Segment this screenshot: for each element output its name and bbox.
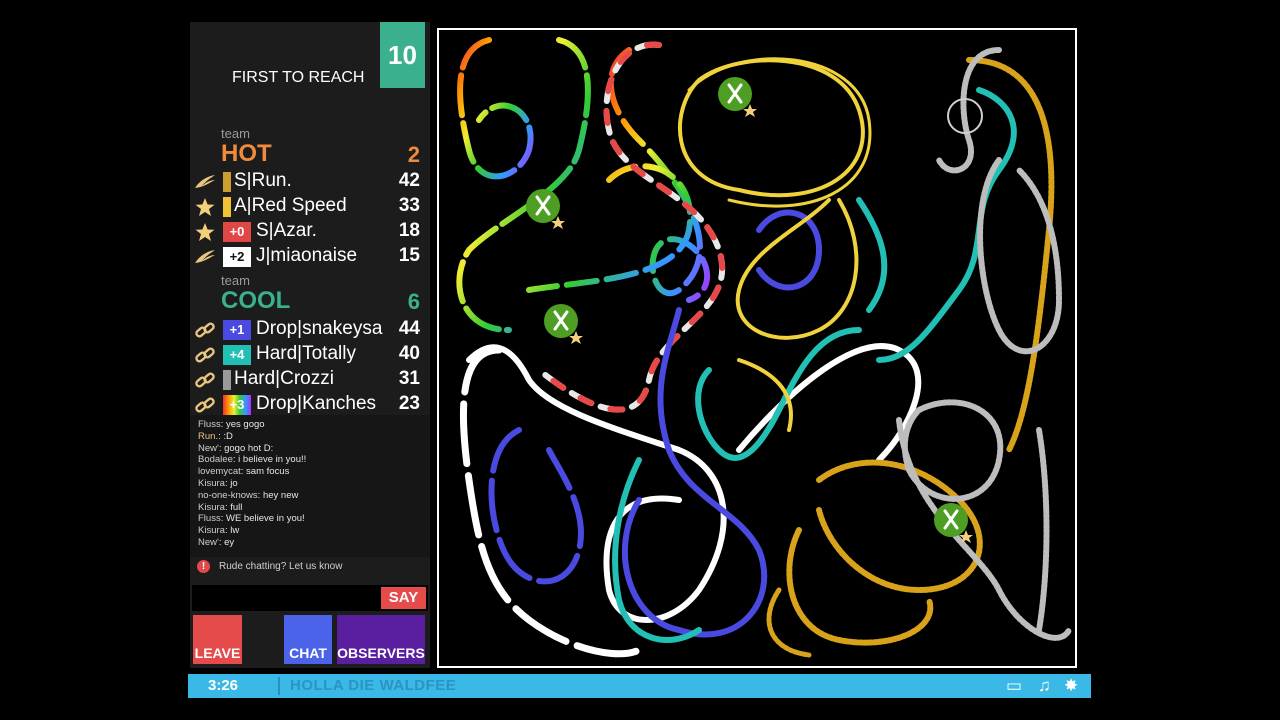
- player-name: J|miaonaise: [256, 245, 358, 266]
- star-icon: [195, 223, 215, 241]
- yellow-trail: [678, 58, 865, 198]
- player-score: 33: [398, 195, 420, 216]
- player-badge: +0: [223, 222, 251, 242]
- radio-icon[interactable]: ▭: [1006, 676, 1022, 696]
- rude-chat-report[interactable]: ! Rude chatting? Let us know: [190, 557, 430, 577]
- white-trail: [736, 343, 922, 463]
- player-score: 31: [398, 368, 420, 389]
- player-name: S|Azar.: [256, 220, 317, 241]
- silver-trail: [1036, 427, 1050, 633]
- chat-message: Kisura: full: [198, 501, 243, 513]
- player-row: +2 J|miaonaise 15: [194, 245, 420, 269]
- team-cool-name: COOL: [221, 287, 291, 314]
- gold-trail: [766, 587, 812, 658]
- track-canvas: [456, 37, 1072, 658]
- chat-message: Fluss: yes gogo: [198, 419, 265, 430]
- player-score: 44: [398, 318, 420, 339]
- player-row: +1 Drop|snakeysa 44: [194, 318, 420, 342]
- star-icon: [195, 198, 215, 216]
- player-badge: +1: [223, 320, 251, 340]
- chain-link-icon: [195, 322, 215, 338]
- player-score: 40: [398, 343, 420, 364]
- first-to-reach-label: FIRST TO REACH: [232, 69, 365, 86]
- player-score: 42: [398, 170, 420, 191]
- match-timer: 3:26: [208, 677, 239, 694]
- player-row: S|Run. 42: [194, 170, 420, 194]
- rainbow-trail: [457, 37, 534, 180]
- team-hot-caption: team: [221, 126, 250, 141]
- status-bar: 3:26 HOLLA DIE WALDFEE ▭ ♫ ✸: [188, 674, 1091, 698]
- player-name: Hard|Totally: [256, 343, 356, 364]
- player-score: 15: [398, 245, 420, 266]
- blue-trail: [488, 427, 584, 585]
- player-row: Hard|Crozzi 31: [194, 368, 420, 392]
- chat-message: no-one-knows: hey new: [198, 489, 299, 501]
- chat-message: Bodalee: i believe in you!!: [198, 454, 307, 466]
- wings-icon: [195, 175, 215, 188]
- chat-log[interactable]: Fluss: yes gogo Run.: :D New': gogo hot …: [190, 415, 430, 577]
- player-badge: [223, 197, 231, 217]
- gold-trail: [786, 527, 934, 646]
- leave-button[interactable]: LEAVE: [193, 615, 242, 664]
- observers-button[interactable]: OBSERVERS: [337, 615, 425, 664]
- team-hot-name: HOT: [221, 140, 272, 167]
- divider: [278, 677, 280, 695]
- powerup-icon: [544, 304, 583, 344]
- yellow-trail: [735, 198, 859, 340]
- player-row: A|Red Speed 33: [194, 195, 420, 219]
- player-badge: [223, 172, 231, 192]
- chat-message: lovemycat: sam focus: [198, 466, 290, 478]
- chat-message: Kisura: lw: [198, 525, 240, 537]
- player-score: 18: [398, 220, 420, 241]
- game-board[interactable]: [437, 28, 1077, 668]
- player-row: +0 S|Azar. 18: [194, 220, 420, 244]
- player-badge: +3: [223, 395, 251, 415]
- powerup-icon: [526, 189, 565, 229]
- team-cool-caption: team: [221, 273, 250, 288]
- say-button[interactable]: SAY: [381, 587, 426, 609]
- player-score: 23: [398, 393, 420, 414]
- chat-input-row: SAY: [192, 585, 428, 611]
- wings-icon: [195, 250, 215, 263]
- chat-message: Run.: :D: [198, 430, 233, 442]
- player-name: Drop|Kanches: [256, 393, 377, 414]
- chat-message: Fluss: WE believe in you!: [198, 513, 305, 525]
- music-note-icon[interactable]: ♫: [1038, 676, 1051, 696]
- chain-link-icon: [195, 347, 215, 363]
- player-name: Drop|snakeysa: [256, 318, 383, 339]
- powerup-icon: [718, 77, 757, 117]
- team-hot-score: 2: [407, 142, 420, 167]
- effects-icon[interactable]: ✸: [1064, 676, 1078, 696]
- chat-input[interactable]: [192, 585, 386, 611]
- player-name: Hard|Crozzi: [234, 368, 334, 389]
- player-row: +3 Drop|Kanches 23: [194, 393, 420, 417]
- side-panel: FIRST TO REACH 10 team HOT 2 S|Run. 42 A…: [190, 22, 430, 668]
- chain-link-icon: [195, 372, 215, 388]
- teal-trail: [856, 197, 888, 313]
- teal-trail: [695, 327, 862, 461]
- blue-trail: [622, 307, 768, 638]
- song-title: HOLLA DIE WALDFEE: [290, 677, 457, 694]
- chain-link-icon: [195, 397, 215, 413]
- chat-message: New': ey: [198, 536, 235, 548]
- player-name: A|Red Speed: [234, 195, 347, 216]
- white-trail: [466, 344, 727, 623]
- player-badge: [223, 370, 231, 390]
- player-row: +4 Hard|Totally 40: [194, 343, 420, 367]
- team-cool-score: 6: [407, 289, 420, 314]
- alert-icon: !: [197, 560, 210, 573]
- player-name: S|Run.: [234, 170, 292, 191]
- chat-button[interactable]: CHAT: [284, 615, 332, 664]
- rude-chat-text: Rude chatting? Let us know: [219, 561, 343, 572]
- chat-message: Kisura: jo: [198, 477, 238, 489]
- first-to-reach-value: 10: [380, 22, 425, 88]
- player-badge: +4: [223, 345, 251, 365]
- player-badge: +2: [223, 247, 251, 267]
- chat-message: New': gogo hot D:: [198, 442, 274, 454]
